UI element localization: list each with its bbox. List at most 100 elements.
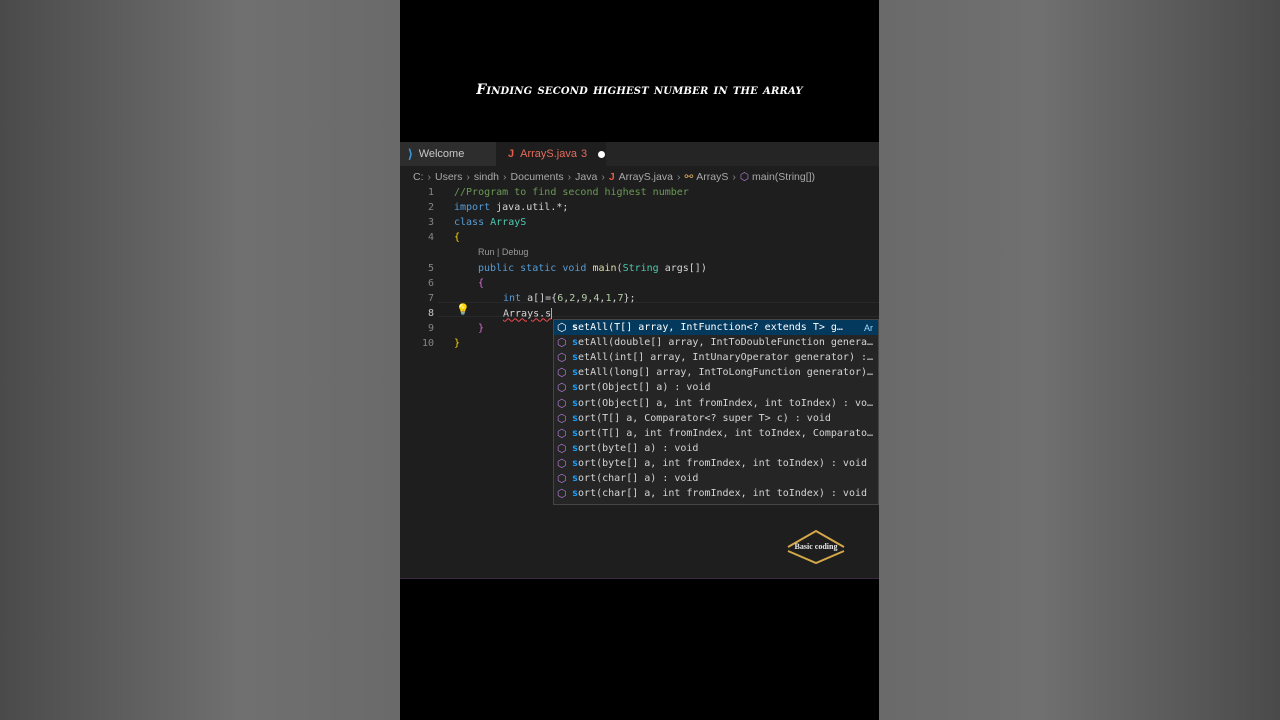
method-icon: ⬡ [557,336,567,350]
chevron-right-icon: › [567,171,572,183]
suggestion-signature: ort(T[] a, int fromIndex, int toIndex, C… [578,427,874,439]
suggestion-item[interactable]: ⬡ setAll(T[] array, IntFunction<? extends… [554,320,878,336]
suggestion-signature: etAll(long[] array, IntToLongFunction ge… [578,367,874,379]
line-number: 3 [427,217,434,228]
code-line: 6 { [400,276,879,291]
method-icon: ⬡ [557,321,567,335]
suggestion-item[interactable]: ⬡ setAll(long[] array, IntToLongFunction … [554,365,878,380]
problems-count-badge: 3 [580,148,588,160]
suggestion-item[interactable]: ⬡ sort(byte[] a) : void [554,441,878,456]
suggestion-detail: Ar [864,322,873,333]
codelens-run-debug[interactable]: Run | Debug [478,247,528,257]
method-icon: ⬡ [739,171,750,183]
suggestion-signature: ort(char[] a, int fromIndex, int toIndex… [578,488,868,500]
text-cursor [551,307,553,319]
breadcrumb-item[interactable]: C: [413,171,424,183]
breadcrumb: C: › Users › sindh › Documents › Java › J Arra… [413,170,815,184]
line-number: 4 [427,232,434,243]
line-number: 7 [427,293,434,304]
video-frame: Finding second highest number in the arr… [400,0,879,720]
tab-bar: ⟩ Welcome J ArrayS.java 3 [400,142,879,166]
suggestion-item[interactable]: ⬡ setAll(double[] array, IntToDoubleFunct… [554,335,878,350]
code-line: 7 int a[]={6,2,9,4,1,7}; [400,291,879,306]
suggestion-signature: ort(byte[] a) : void [578,442,699,454]
line-text: { [454,232,461,243]
line-text: int a[]={6,2,9,4,1,7}; [503,293,636,304]
suggestion-label: sort(char[] a, int fromIndex, int toInde… [572,488,878,499]
breadcrumb-item[interactable]: main(String[]) [752,171,815,183]
suggestion-label: setAll(int[] array, IntUnaryOperator gen… [572,352,878,363]
line-text: { [478,278,485,289]
line-number: 1 [427,187,434,198]
line-text: } [454,338,461,349]
suggestion-label: sort(byte[] a) : void [572,443,878,454]
tab-arrays-java[interactable]: J ArrayS.java 3 [496,142,606,166]
suggestion-item[interactable]: ⬡ sort(T[] a, Comparator<? super T> c) : … [554,411,878,426]
suggestion-label: sort(char[] a) : void [572,473,878,484]
breadcrumb-item[interactable]: sindh [474,171,499,183]
suggestion-signature: ort(T[] a, Comparator<? super T> c) : vo… [578,412,831,424]
line-number: 8 [427,308,434,319]
suggestion-item[interactable]: ⬡ sort(T[] a, int fromIndex, int toIndex,… [554,426,878,441]
method-icon: ⬡ [557,351,567,365]
java-file-icon: J [608,171,615,183]
method-icon: ⬡ [557,441,567,455]
class-icon: ⚯ [684,171,694,183]
tab-label: Welcome [418,148,465,160]
method-icon: ⬡ [557,396,567,410]
line-number: 6 [427,278,434,289]
chevron-right-icon: › [601,171,605,183]
chevron-right-icon: › [466,171,470,183]
tab-label: ArrayS.java [520,148,577,160]
breadcrumb-item[interactable]: ArrayS.java [619,171,673,183]
suggestion-item[interactable]: ⬡ sort(Object[] a, int fromIndex, int toI… [554,395,878,410]
error-squiggle-text: Arrays.s [503,308,552,320]
channel-logo: Basic coding [784,529,848,565]
suggestion-item[interactable]: ⬡ sort(char[] a) : void [554,471,878,486]
line-number: 2 [427,202,434,213]
autocomplete-suggestions[interactable]: ⬡ setAll(T[] array, IntFunction<? extends… [553,319,879,505]
suggestion-signature: ort(char[] a) : void [578,472,699,484]
vscode-icon: ⟩ [408,147,413,161]
method-icon: ⬡ [557,487,567,501]
code-line: 2 import java.util.*; [400,200,879,215]
suggestion-item[interactable]: ⬡ sort(Object[] a) : void [554,380,878,395]
suggestion-signature: ort(byte[] a, int fromIndex, int toIndex… [578,457,868,469]
line-text: public static void main(String args[]) [478,263,707,274]
method-icon: ⬡ [557,381,567,395]
code-editor: ⟩ Welcome J ArrayS.java 3 C: › Users › sin… [400,142,879,579]
tab-welcome[interactable]: ⟩ Welcome [400,142,496,166]
line-number: 5 [427,263,434,274]
line-text: //Program to find second highest number [454,187,689,198]
suggestion-label: setAll(double[] array, IntToDoubleFuncti… [572,337,878,348]
method-icon: ⬡ [557,456,567,470]
suggestion-label: sort(T[] a, Comparator<? super T> c) : v… [572,413,878,424]
line-text-current: Arrays.s [503,307,553,320]
method-icon: ⬡ [557,366,567,380]
line-text: import java.util.*; [454,202,569,213]
line-text: } [478,323,485,334]
method-icon: ⬡ [557,426,567,440]
suggestion-item[interactable]: ⬡ sort(char[] a, int fromIndex, int toInd… [554,486,878,501]
breadcrumb-item[interactable]: Users [435,171,462,183]
method-icon: ⬡ [557,411,567,425]
suggestion-item[interactable]: ⬡ setAll(int[] array, IntUnaryOperator ge… [554,350,878,365]
breadcrumb-item[interactable]: Documents [511,171,564,183]
suggestion-label: sort(T[] a, int fromIndex, int toIndex, … [572,428,878,439]
suggestion-item[interactable]: ⬡ sort(byte[] a, int fromIndex, int toInd… [554,456,878,471]
chevron-right-icon: › [503,171,507,183]
unsaved-dot-icon[interactable] [598,150,606,158]
chevron-right-icon: › [427,171,432,183]
chevron-right-icon: › [732,171,736,183]
line-number: 9 [427,323,434,334]
suggestion-label: setAll(long[] array, IntToLongFunction g… [572,367,878,378]
suggestion-signature: etAll(T[] array, IntFunction<? extends T… [578,322,843,334]
breadcrumb-item[interactable]: ArrayS [696,171,728,183]
code-line: 1 //Program to find second highest numbe… [400,185,879,200]
blurred-background-left [0,0,400,720]
chevron-right-icon: › [676,171,681,183]
blurred-background-right [879,0,1280,720]
breadcrumb-item[interactable]: Java [575,171,597,183]
suggestion-label: sort(byte[] a, int fromIndex, int toInde… [572,458,878,469]
video-title: Finding second highest number in the arr… [476,82,803,98]
